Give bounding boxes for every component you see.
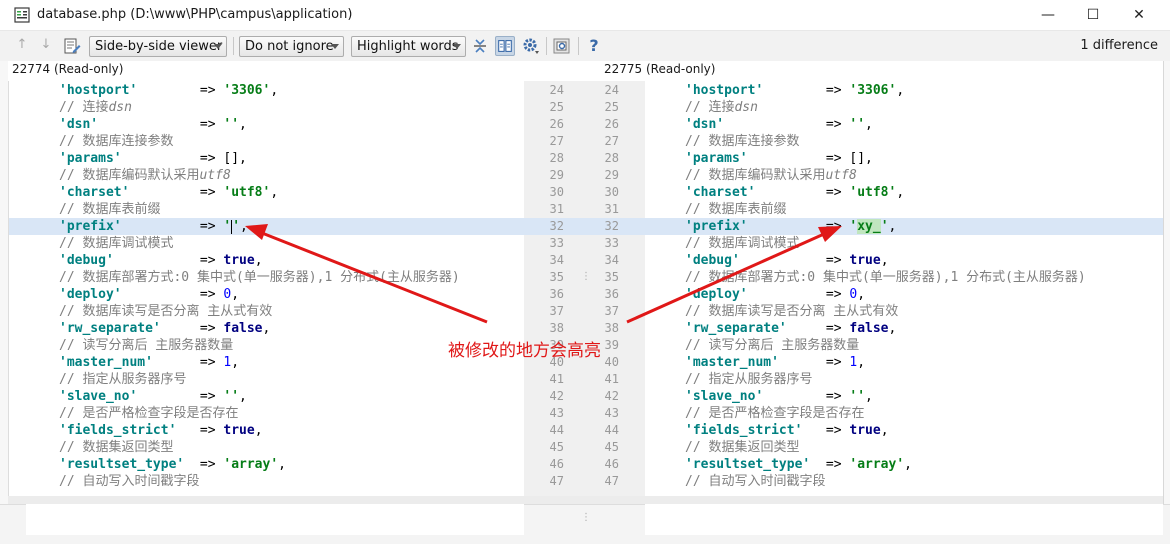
arrowhead-right-icon (818, 226, 842, 242)
arrowhead-left-icon (245, 224, 268, 240)
annotation-arrow-left (261, 231, 488, 324)
annotation-arrows (245, 224, 842, 324)
annotation-label: 被修改的地方会高亮 (448, 341, 601, 361)
annotation-arrow-right (626, 232, 825, 324)
